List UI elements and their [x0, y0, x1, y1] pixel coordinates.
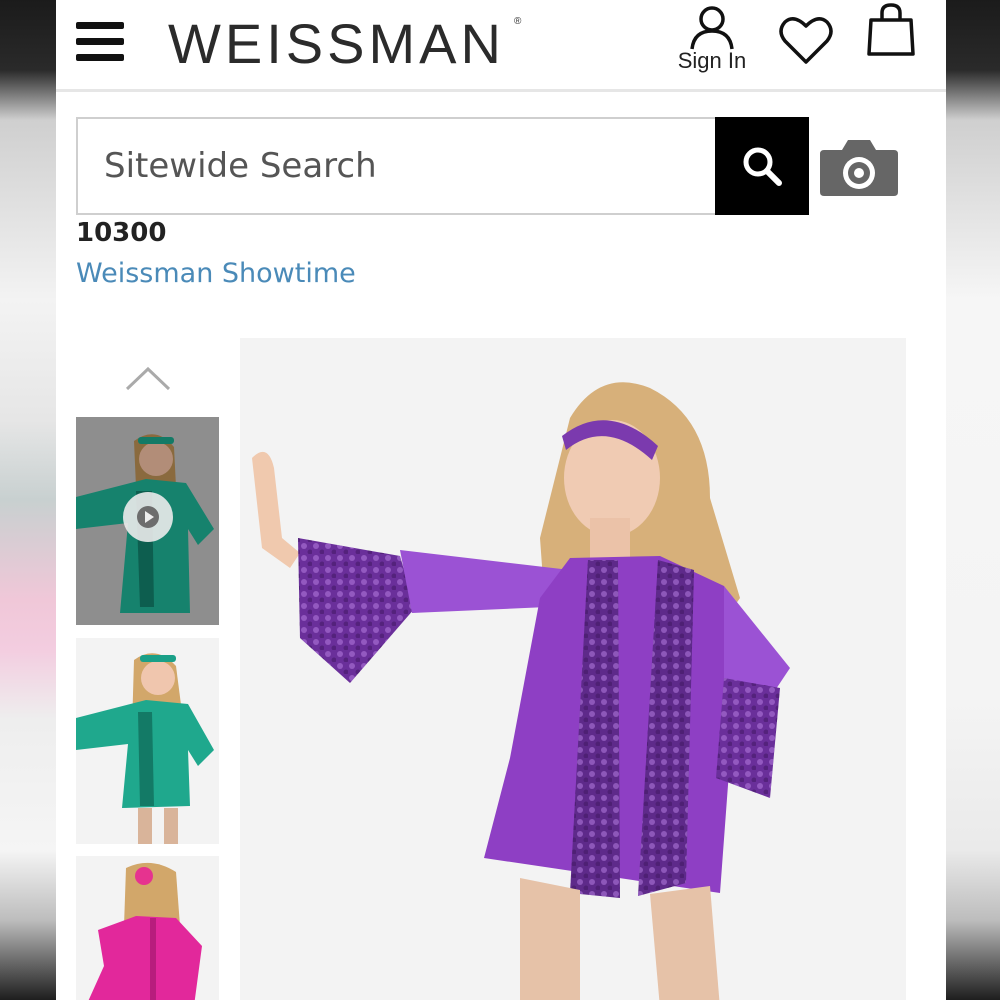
thumbnail-back[interactable] — [76, 856, 219, 1000]
background-right — [946, 0, 1000, 1000]
shopping-bag-icon — [867, 3, 915, 56]
sign-in-label: Sign In — [677, 48, 747, 73]
page: WEISSMAN ® Sign In Sitewide Search 10300… — [56, 0, 946, 1000]
main-product-image[interactable] — [240, 338, 906, 1000]
thumbnail-image — [76, 856, 219, 1000]
background-left — [0, 0, 56, 1000]
search-button[interactable] — [715, 117, 809, 215]
cart-button[interactable] — [866, 2, 916, 62]
product-sku: 10300 — [76, 218, 167, 248]
thumbnail-front[interactable] — [76, 638, 219, 844]
heart-icon — [779, 17, 833, 64]
registered-mark: ® — [514, 16, 522, 27]
sign-in-button[interactable]: Sign In — [670, 4, 754, 80]
play-button[interactable] — [123, 492, 173, 542]
brand-logo[interactable]: WEISSMAN — [168, 14, 505, 74]
thumbnail-video[interactable] — [76, 417, 219, 625]
product-photo — [240, 338, 906, 1000]
wishlist-button[interactable] — [778, 14, 834, 70]
search-icon — [743, 147, 782, 186]
thumbnail-image — [76, 638, 219, 844]
search-input[interactable] — [76, 117, 716, 215]
search-bar — [76, 117, 810, 215]
visual-search-button[interactable] — [818, 138, 900, 202]
menu-icon[interactable] — [76, 22, 124, 62]
chevron-up-icon — [125, 366, 171, 391]
play-icon — [137, 506, 159, 528]
camera-icon — [820, 140, 898, 196]
collection-link[interactable]: Weissman Showtime — [76, 258, 356, 289]
thumbnail-scroll-up[interactable] — [124, 364, 172, 396]
site-header: WEISSMAN ® Sign In — [56, 0, 946, 92]
user-icon — [690, 6, 734, 50]
